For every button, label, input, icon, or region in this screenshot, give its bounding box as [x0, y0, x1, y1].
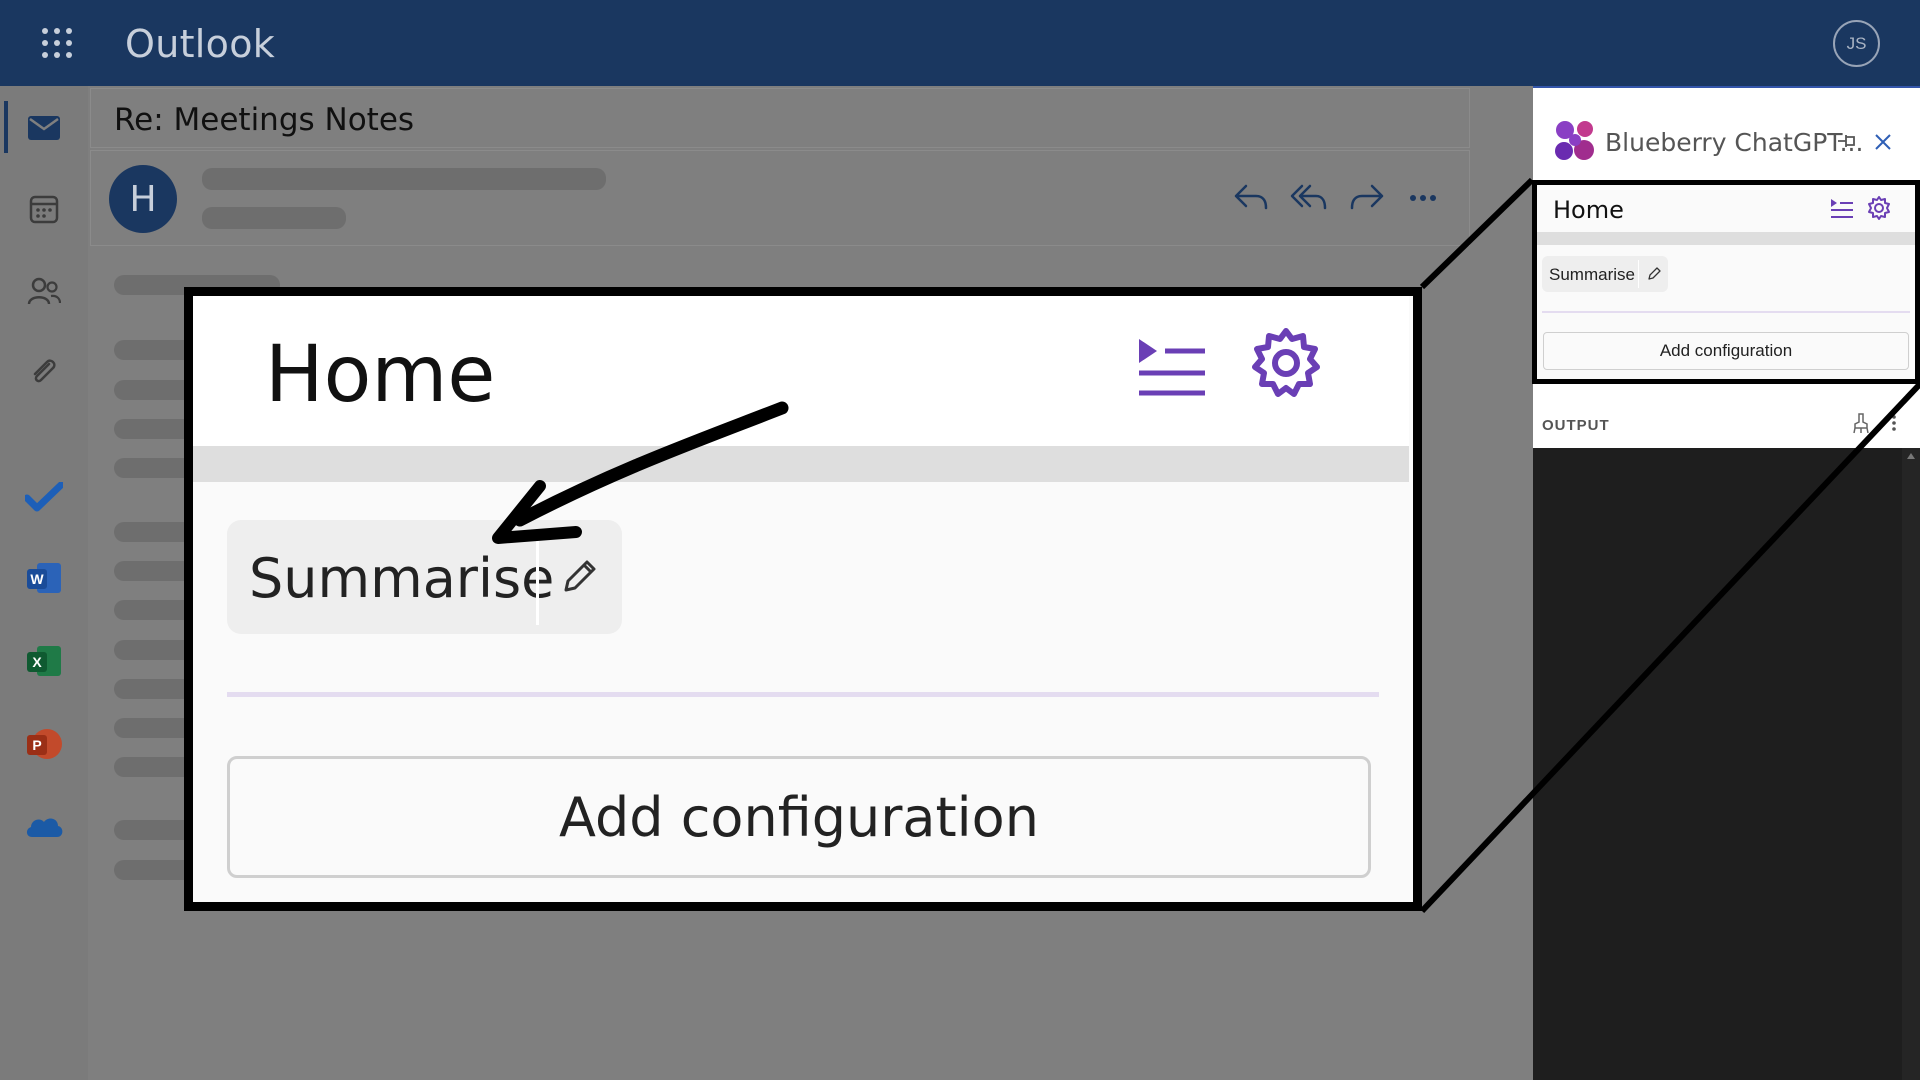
body-line-placeholder	[114, 860, 194, 880]
mail-icon[interactable]	[24, 108, 64, 148]
powerpoint-icon[interactable]: P	[24, 724, 64, 764]
calendar-icon[interactable]	[24, 189, 64, 229]
output-scrollbar[interactable]	[1902, 448, 1920, 1080]
attachment-icon[interactable]	[24, 354, 64, 394]
top-bar	[0, 0, 1920, 86]
output-label: OUTPUT	[1542, 417, 1610, 434]
chip-divider	[1638, 260, 1639, 288]
zoom-chip-divider	[536, 530, 539, 625]
zoom-settings-icon	[1252, 328, 1320, 397]
user-avatar[interactable]: JS	[1833, 20, 1880, 67]
blueberry-logo-icon	[1555, 121, 1594, 160]
scroll-up-icon[interactable]	[1907, 452, 1915, 460]
body-line-placeholder	[114, 718, 194, 738]
close-icon[interactable]	[1872, 131, 1894, 153]
svg-text:X: X	[32, 654, 42, 670]
zoom-summarise-label: Summarise	[249, 547, 555, 610]
body-line-placeholder	[114, 522, 194, 542]
selected-indicator	[4, 101, 8, 153]
onedrive-icon[interactable]	[24, 806, 64, 846]
home-title: Home	[1553, 196, 1624, 224]
settings-icon[interactable]	[1866, 195, 1892, 221]
edit-pencil-icon[interactable]	[1646, 266, 1662, 282]
forward-icon[interactable]	[1348, 180, 1386, 214]
svg-text:W: W	[30, 571, 44, 587]
word-icon[interactable]: W	[24, 558, 64, 598]
zoom-run-list-icon	[1139, 339, 1205, 396]
reply-icon[interactable]	[1232, 180, 1270, 214]
body-line-placeholder	[114, 757, 194, 777]
sender-avatar[interactable]: H	[109, 165, 177, 233]
more-actions-icon[interactable]	[1404, 180, 1442, 214]
pin-icon[interactable]	[1836, 131, 1858, 151]
body-line-placeholder	[114, 679, 194, 699]
body-line-placeholder	[114, 419, 194, 439]
zoom-home-title: Home	[265, 330, 496, 420]
output-more-icon[interactable]	[1890, 412, 1898, 434]
body-line-placeholder	[114, 600, 194, 620]
zoom-add-configuration-label: Add configuration	[227, 756, 1371, 878]
addin-title: Blueberry ChatGPT...	[1605, 128, 1864, 157]
zoom-section-divider	[193, 446, 1409, 482]
summarise-button[interactable]: Summarise	[1549, 265, 1635, 285]
output-panel[interactable]	[1533, 448, 1920, 1080]
zoom-edit-pencil-icon	[564, 560, 596, 592]
body-line-placeholder	[114, 380, 194, 400]
separator-line	[1542, 311, 1910, 313]
sender-date-placeholder	[202, 207, 346, 229]
reply-all-icon[interactable]	[1290, 180, 1328, 214]
run-list-icon[interactable]	[1829, 197, 1855, 219]
app-launcher-icon[interactable]	[41, 27, 73, 59]
app-title: Outlook	[125, 22, 276, 66]
sender-name-placeholder	[202, 168, 606, 190]
zoom-separator-line	[227, 692, 1379, 697]
body-line-placeholder	[114, 820, 194, 840]
left-rail: W X P	[0, 86, 88, 1080]
body-line-placeholder	[114, 340, 194, 360]
add-configuration-button[interactable]: Add configuration	[1543, 332, 1909, 370]
todo-icon[interactable]	[24, 477, 64, 517]
body-line-placeholder	[114, 458, 194, 478]
people-icon[interactable]	[24, 271, 64, 311]
mail-subject: Re: Meetings Notes	[114, 102, 415, 138]
body-line-placeholder	[114, 640, 194, 660]
section-divider	[1537, 232, 1915, 245]
clear-output-icon[interactable]	[1852, 412, 1870, 434]
excel-icon[interactable]: X	[24, 641, 64, 681]
body-line-placeholder	[114, 561, 194, 581]
svg-text:P: P	[32, 737, 41, 753]
